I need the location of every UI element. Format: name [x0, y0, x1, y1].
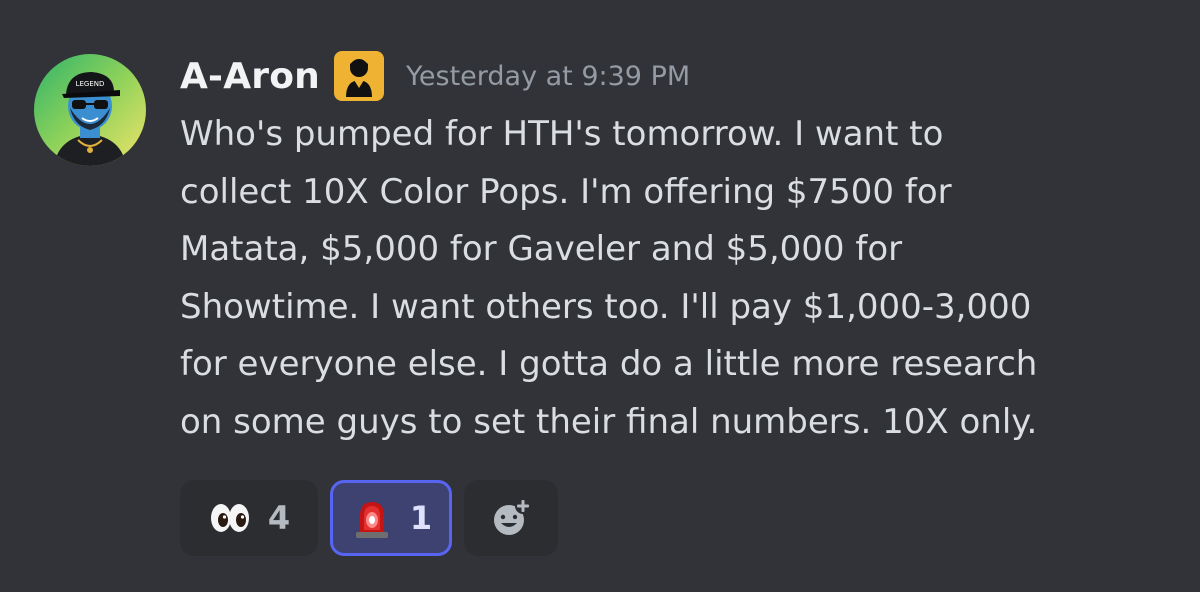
eyes-emoji-icon [210, 504, 249, 532]
siren-emoji-icon [355, 502, 388, 538]
reaction-eyes[interactable]: 4 [180, 480, 318, 556]
avatar-cap-text: LEGEND [76, 80, 105, 88]
message-timestamp[interactable]: Yesterday at 9:39 PM [406, 61, 690, 92]
add-reaction-button[interactable] [464, 480, 558, 556]
reaction-count: 4 [267, 499, 291, 537]
username[interactable]: A-Aron [180, 56, 320, 97]
message-content: Who's pumped for HTH's tomorrow. I want … [180, 114, 1038, 442]
avatar[interactable]: LEGEND [34, 54, 146, 166]
message-header: A-Aron Yesterday at 9:39 PM [180, 50, 690, 102]
avatar-image: LEGEND [54, 72, 126, 166]
add-reaction-icon [494, 498, 531, 535]
reaction-count: 1 [409, 499, 433, 537]
reactions-bar: 4 1 [180, 480, 558, 556]
reaction-siren[interactable]: 1 [330, 480, 452, 556]
chat-message: LEGEND A-Aron Yesterday at 9:39 PM Who's… [0, 0, 1200, 592]
user-badge-icon[interactable] [333, 51, 384, 101]
